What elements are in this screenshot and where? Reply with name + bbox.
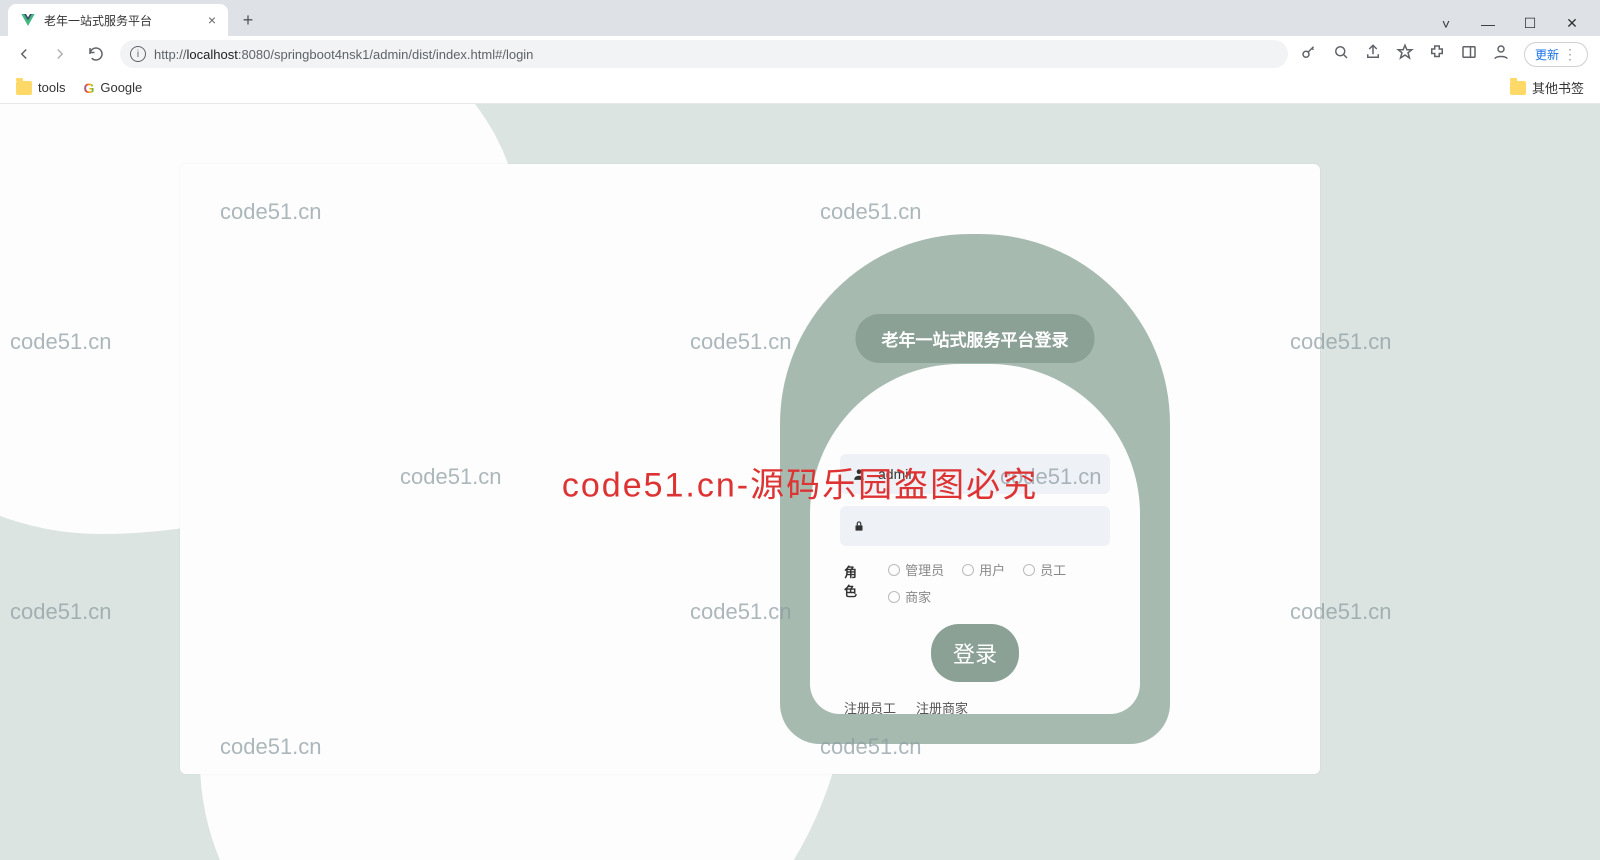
role-option-merchant[interactable]: 商家 xyxy=(888,587,931,606)
site-info-icon[interactable]: i xyxy=(130,46,146,62)
window-controls: ˅ — ☐ ✕ xyxy=(1434,15,1600,36)
folder-icon xyxy=(16,81,32,95)
maximize-icon[interactable]: ☐ xyxy=(1518,15,1542,32)
reload-button[interactable] xyxy=(84,42,108,66)
role-option-admin[interactable]: 管理员 xyxy=(888,560,944,579)
role-option-staff[interactable]: 员工 xyxy=(1023,560,1066,579)
radio-icon xyxy=(962,564,974,576)
role-option-user[interactable]: 用户 xyxy=(962,560,1005,579)
close-icon[interactable]: ✕ xyxy=(1560,15,1584,32)
register-staff-link[interactable]: 注册员工 xyxy=(844,698,896,717)
url-text: http://localhost:8080/springboot4nsk1/ad… xyxy=(154,47,533,62)
tab-bar: 老年一站式服务平台 × + ˅ — ☐ ✕ xyxy=(0,0,1600,36)
username-input[interactable] xyxy=(878,466,1098,482)
back-button[interactable] xyxy=(12,42,36,66)
vue-favicon-icon xyxy=(20,12,36,28)
login-title: 老年一站式服务平台登录 xyxy=(856,314,1095,363)
radio-icon xyxy=(888,564,900,576)
password-input[interactable] xyxy=(878,518,1098,534)
forward-button[interactable] xyxy=(48,42,72,66)
register-links: 注册员工 注册商家 xyxy=(840,698,1110,717)
folder-icon xyxy=(1510,81,1526,95)
google-icon: G xyxy=(83,80,94,96)
addr-right-controls: 更新⋮ xyxy=(1300,42,1588,67)
url-input[interactable]: i http://localhost:8080/springboot4nsk1/… xyxy=(120,40,1288,68)
minimize-icon[interactable]: — xyxy=(1476,16,1500,32)
user-icon xyxy=(852,467,866,481)
tab-title: 老年一站式服务平台 xyxy=(44,12,152,29)
share-icon[interactable] xyxy=(1364,43,1382,66)
login-button[interactable]: 登录 xyxy=(931,624,1019,682)
side-panel-icon[interactable] xyxy=(1460,43,1478,66)
star-icon[interactable] xyxy=(1396,43,1414,66)
role-label: 角色 xyxy=(844,560,868,600)
radio-icon xyxy=(888,591,900,603)
radio-icon xyxy=(1023,564,1035,576)
bookmarks-bar: tools G Google 其他书签 xyxy=(0,72,1600,104)
chevron-down-icon[interactable]: ˅ xyxy=(1434,16,1458,32)
tab-close-icon[interactable]: × xyxy=(208,12,216,28)
profile-icon[interactable] xyxy=(1492,43,1510,66)
key-icon[interactable] xyxy=(1300,43,1318,66)
login-panel: 老年一站式服务平台登录 角色 管理员 xyxy=(780,234,1170,744)
bookmark-tools[interactable]: tools xyxy=(16,80,65,95)
zoom-icon[interactable] xyxy=(1332,43,1350,66)
bookmark-google[interactable]: G Google xyxy=(83,80,142,96)
role-options: 管理员 用户 员工 商家 xyxy=(888,560,1110,606)
username-field-wrapper xyxy=(840,454,1110,494)
page-content: 老年一站式服务平台登录 角色 管理员 xyxy=(0,104,1600,860)
extensions-icon[interactable] xyxy=(1428,43,1446,66)
update-button[interactable]: 更新⋮ xyxy=(1524,42,1588,67)
login-form: 角色 管理员 用户 员工 商家 登录 注册员工 注册商家 xyxy=(810,364,1140,714)
bookmark-other[interactable]: 其他书签 xyxy=(1510,78,1584,97)
new-tab-button[interactable]: + xyxy=(234,6,262,34)
register-merchant-link[interactable]: 注册商家 xyxy=(916,698,968,717)
browser-chrome: 老年一站式服务平台 × + ˅ — ☐ ✕ i http://localhost… xyxy=(0,0,1600,105)
content-card: 老年一站式服务平台登录 角色 管理员 xyxy=(180,164,1320,774)
lock-icon xyxy=(852,519,866,533)
watermark: code51.cn xyxy=(10,599,112,625)
role-selector: 角色 管理员 用户 员工 商家 xyxy=(844,560,1110,606)
browser-tab[interactable]: 老年一站式服务平台 × xyxy=(8,4,228,36)
password-field-wrapper xyxy=(840,506,1110,546)
address-bar: i http://localhost:8080/springboot4nsk1/… xyxy=(0,36,1600,72)
